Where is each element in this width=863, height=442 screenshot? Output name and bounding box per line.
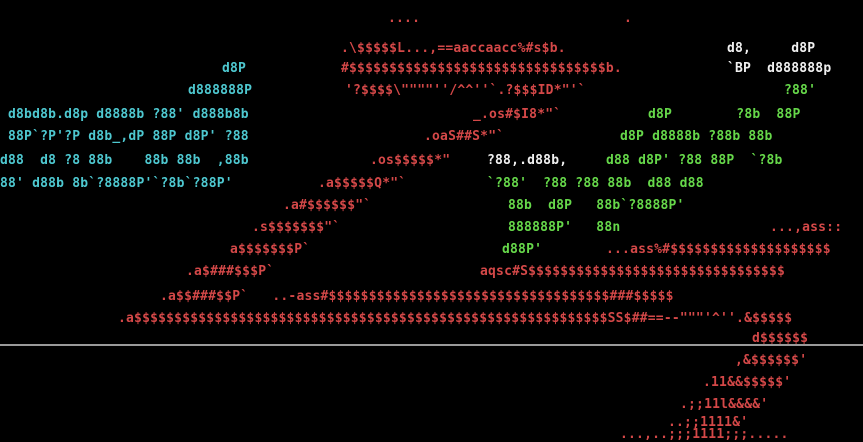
- art-red-row11: .a$###$$$P`: [186, 264, 275, 279]
- art-red-row0: ....: [388, 11, 421, 26]
- art-red-row6: .os$$$$$*": [370, 153, 451, 168]
- art-red-row14: d$$$$$$: [752, 331, 809, 346]
- art-green-row4: d8P ?8b 88P: [648, 107, 801, 122]
- art-red-row5: .oaS##S*"`: [424, 129, 505, 144]
- art-red-row10b: ...ass%#$$$$$$$$$$$$$$$$$$$$: [606, 242, 831, 257]
- art-green-row8: 88b d8P 88b`?8888P': [508, 198, 685, 213]
- art-red-row7: .a$$$$$Q*"`: [318, 176, 407, 191]
- art-red-row11b: aqsc#S$$$$$$$$$$$$$$$$$$$$$$$$$$$$$$$$: [480, 264, 786, 279]
- art-cyan-row2: d8P: [222, 61, 247, 76]
- art-cyan-row6: d88 d8 ?8 88b 88b 88b ,88b: [0, 153, 249, 168]
- art-red-row16: .11&&$$$$$': [703, 375, 792, 390]
- art-red-row9b: ...,ass::: [770, 220, 843, 235]
- art-white-row1: d8, d8P: [727, 41, 816, 56]
- art-green-row7: `?88' ?88 ?88 88b d88 d88: [487, 176, 704, 191]
- art-red-row1: .\$$$$$L...,==aaccaacc%#s$b.: [341, 41, 566, 56]
- art-red-row13: .a$$$$$$$$$$$$$$$$$$$$$$$$$$$$$$$$$$$$$$…: [118, 311, 793, 326]
- art-white-row6: ?88,.d88b,: [487, 153, 568, 168]
- art-cyan-row7: 88' d88b 8b`?8888P'`?8b`?88P': [0, 176, 233, 191]
- art-red-row19: ...,..;;;1111;;;.....: [620, 427, 789, 442]
- art-red-row17: .;;11l&&&&': [680, 397, 769, 412]
- art-red-row15: ,&$$$$$$': [735, 353, 808, 368]
- art-green-row3: ?88': [784, 83, 817, 98]
- art-cyan-row4: d8bd8b.d8p d8888b ?88' d888b8b: [8, 107, 249, 122]
- art-red-row12: .a$$###$$P` ..-ass#$$$$$$$$$$$$$$$$$$$$$…: [160, 289, 674, 304]
- horizontal-divider: [0, 344, 863, 346]
- art-cyan-row5: 88P`?P'?P d8b_,dP 88P d8P' ?88: [8, 129, 249, 144]
- art-white-row2: `BP d888888p: [727, 61, 832, 76]
- art-green-row9: 888888P' 88n: [508, 220, 621, 235]
- art-red-row2: #$$$$$$$$$$$$$$$$$$$$$$$$$$$$$$$$b.: [341, 61, 622, 76]
- art-green-row5: d8P d8888b ?88b 88b: [620, 129, 773, 144]
- art-red-row4: _.os#$I8*"`: [473, 107, 562, 122]
- art-red-row10: a$$$$$$$P`: [230, 242, 311, 257]
- art-red-row0b: .: [624, 11, 633, 26]
- art-cyan-row3: d888888P: [188, 83, 253, 98]
- art-red-row8: .a#$$$$$$"`: [283, 198, 372, 213]
- art-green-row10: d88P': [502, 242, 543, 257]
- art-green-row6: d88 d8P' ?88 88P `?8b: [606, 153, 783, 168]
- art-red-row9: .s$$$$$$$"`: [252, 220, 341, 235]
- art-red-row3: '?$$$$\""""''/^^''`.?$$$ID*"'`: [345, 83, 586, 98]
- terminal-screen: .... . .\$$$$$L...,==aaccaacc%#s$b. d8, …: [0, 0, 863, 441]
